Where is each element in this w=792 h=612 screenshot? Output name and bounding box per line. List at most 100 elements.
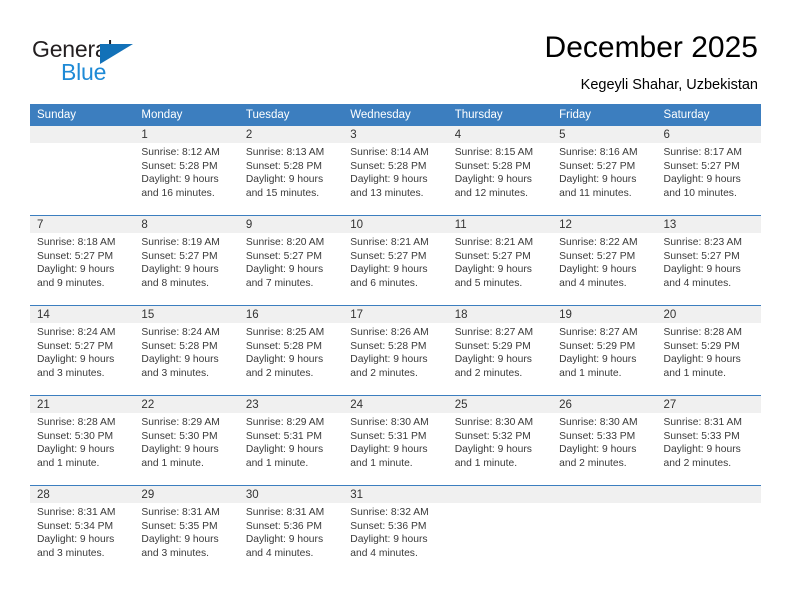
calendar-day-cell[interactable]: 7 Sunrise: 8:18 AM Sunset: 5:27 PM Daylight… <box>30 215 135 306</box>
day-detail-line: Daylight: 9 hours <box>350 354 428 366</box>
day-number: 11 <box>447 216 553 233</box>
calendar-day-cell[interactable]: 3 Sunrise: 8:14 AM Sunset: 5:28 PM Daylight… <box>343 126 448 216</box>
day-detail-line: Sunset: 5:27 PM <box>454 250 531 262</box>
calendar-week-row: 21 Sunrise: 8:28 AM Sunset: 5:30 PM Dayligh… <box>30 395 761 486</box>
calendar-day-cell[interactable]: 1 Sunrise: 8:12 AM Sunset: 5:28 PM Daylight… <box>134 126 239 216</box>
calendar-day-cell[interactable]: 26 Sunrise: 8:30 AM Sunset: 5:33 PM Dayligh… <box>552 395 657 486</box>
day-details: Sunrise: 8:30 AM Sunset: 5:33 PM Daylight:… <box>552 413 656 470</box>
calendar-day-cell[interactable]: 31 Sunrise: 8:32 AM Sunset: 5:36 PM Dayligh… <box>343 485 448 575</box>
generalblue-logo[interactable]: General Blue <box>32 36 202 88</box>
page-title: December 2025 <box>544 31 758 64</box>
day-detail-line: Sunrise: 8:31 AM <box>663 417 742 428</box>
calendar-day-cell[interactable]: 25 Sunrise: 8:30 AM Sunset: 5:32 PM Dayligh… <box>447 395 553 486</box>
day-number: 12 <box>552 216 657 233</box>
calendar-day-cell[interactable]: 4 Sunrise: 8:15 AM Sunset: 5:28 PM Daylight… <box>447 126 553 216</box>
day-detail-line: Daylight: 9 hours <box>37 534 115 546</box>
day-number: 28 <box>30 486 135 503</box>
calendar-body: 1 Sunrise: 8:12 AM Sunset: 5:28 PM Daylight… <box>30 126 761 575</box>
day-detail-line: Sunrise: 8:22 AM <box>559 237 638 248</box>
day-detail-line: and 3 minutes. <box>37 367 105 379</box>
day-number: 14 <box>30 306 135 323</box>
day-detail-line: Daylight: 9 hours <box>454 444 532 456</box>
day-number: 13 <box>656 216 761 233</box>
calendar-day-cell[interactable]: 17 Sunrise: 8:26 AM Sunset: 5:28 PM Dayligh… <box>343 305 448 396</box>
calendar-day-cell[interactable]: 2 Sunrise: 8:13 AM Sunset: 5:28 PM Daylight… <box>238 126 344 216</box>
day-number: 20 <box>656 306 761 323</box>
day-detail-line: and 1 minute. <box>559 367 622 379</box>
calendar-day-cell[interactable]: 11 Sunrise: 8:21 AM Sunset: 5:27 PM Dayligh… <box>447 215 553 306</box>
weekday-header: Sunday Monday Tuesday Wednesday Thursday Frid… <box>30 104 761 126</box>
day-detail-line: Sunrise: 8:25 AM <box>245 327 325 338</box>
day-details: Sunrise: 8:30 AM Sunset: 5:31 PM Daylight:… <box>343 413 447 470</box>
calendar-day-cell[interactable]: 14 Sunrise: 8:24 AM Sunset: 5:27 PM Dayligh… <box>30 305 135 396</box>
day-detail-line: Sunset: 5:30 PM <box>37 430 114 442</box>
day-details <box>30 143 134 146</box>
calendar-day-cell[interactable]: 20 Sunrise: 8:28 AM Sunset: 5:29 PM Dayligh… <box>656 305 761 396</box>
calendar-day-cell[interactable]: 22 Sunrise: 8:29 AM Sunset: 5:30 PM Dayligh… <box>134 395 239 486</box>
calendar-day-cell[interactable]: 5 Sunrise: 8:16 AM Sunset: 5:27 PM Daylight… <box>552 126 657 216</box>
day-detail-line: Daylight: 9 hours <box>141 174 219 186</box>
calendar-day-cell[interactable]: 21 Sunrise: 8:28 AM Sunset: 5:30 PM Dayligh… <box>30 395 135 486</box>
day-detail-line: Daylight: 9 hours <box>350 534 428 546</box>
day-number: 19 <box>552 306 657 323</box>
day-number: 1 <box>134 126 239 143</box>
day-detail-line: Sunrise: 8:31 AM <box>37 507 116 518</box>
day-detail-line: Sunset: 5:27 PM <box>559 250 636 262</box>
day-detail-line: Sunset: 5:27 PM <box>245 250 322 262</box>
day-details: Sunrise: 8:29 AM Sunset: 5:30 PM Daylight:… <box>134 413 238 470</box>
day-detail-line: Daylight: 9 hours <box>663 264 741 276</box>
calendar-day-cell[interactable]: 6 Sunrise: 8:17 AM Sunset: 5:27 PM Daylight… <box>656 126 761 216</box>
calendar-day-cell[interactable]: 28 Sunrise: 8:31 AM Sunset: 5:34 PM Dayligh… <box>30 485 135 575</box>
day-details: Sunrise: 8:27 AM Sunset: 5:29 PM Daylight:… <box>552 323 656 380</box>
day-detail-line: Daylight: 9 hours <box>559 444 637 456</box>
day-detail-line: Daylight: 9 hours <box>141 444 219 456</box>
calendar-page: General Blue December 2025 Kegeyli Shaha… <box>0 0 792 612</box>
day-detail-line: Sunset: 5:34 PM <box>37 520 114 532</box>
day-detail-line: Daylight: 9 hours <box>245 354 324 366</box>
day-detail-line: Daylight: 9 hours <box>454 354 532 366</box>
day-number: 21 <box>30 396 135 413</box>
day-number: 6 <box>656 126 761 143</box>
day-details: Sunrise: 8:23 AM Sunset: 5:27 PM Daylight:… <box>657 233 761 290</box>
day-detail-line: and 2 minutes. <box>454 367 523 379</box>
calendar-day-cell[interactable]: 13 Sunrise: 8:23 AM Sunset: 5:27 PM Dayligh… <box>656 215 761 306</box>
calendar-day-cell[interactable]: 15 Sunrise: 8:24 AM Sunset: 5:28 PM Dayligh… <box>134 305 239 396</box>
calendar-day-cell[interactable]: 8 Sunrise: 8:19 AM Sunset: 5:27 PM Daylight… <box>134 215 239 306</box>
day-detail-line: Sunset: 5:31 PM <box>245 430 322 442</box>
calendar-day-cell[interactable]: 10 Sunrise: 8:21 AM Sunset: 5:27 PM Dayligh… <box>343 215 448 306</box>
calendar-day-cell[interactable]: 9 Sunrise: 8:20 AM Sunset: 5:27 PM Daylight… <box>238 215 344 306</box>
day-detail-line: and 2 minutes. <box>559 457 627 469</box>
day-number: 15 <box>134 306 239 323</box>
day-detail-line: Sunset: 5:27 PM <box>663 250 740 262</box>
calendar-day-cell[interactable]: 23 Sunrise: 8:29 AM Sunset: 5:31 PM Dayligh… <box>238 395 344 486</box>
day-detail-line: Sunrise: 8:24 AM <box>141 327 220 338</box>
day-details: Sunrise: 8:29 AM Sunset: 5:31 PM Daylight:… <box>239 413 343 470</box>
day-detail-line: Sunset: 5:31 PM <box>350 430 427 442</box>
day-number: 29 <box>134 486 239 503</box>
calendar-day-cell[interactable]: 30 Sunrise: 8:31 AM Sunset: 5:36 PM Dayligh… <box>238 485 344 575</box>
calendar-day-cell[interactable]: 12 Sunrise: 8:22 AM Sunset: 5:27 PM Dayligh… <box>552 215 657 306</box>
day-details: Sunrise: 8:21 AM Sunset: 5:27 PM Daylight:… <box>343 233 447 290</box>
calendar-day-cell[interactable]: 27 Sunrise: 8:31 AM Sunset: 5:33 PM Dayligh… <box>656 395 761 486</box>
day-detail-line: and 4 minutes. <box>350 547 418 559</box>
day-detail-line: Sunrise: 8:28 AM <box>663 327 742 338</box>
day-details: Sunrise: 8:14 AM Sunset: 5:28 PM Daylight:… <box>343 143 447 200</box>
calendar-day-cell[interactable]: 29 Sunrise: 8:31 AM Sunset: 5:35 PM Dayligh… <box>134 485 239 575</box>
day-detail-line: Daylight: 9 hours <box>141 264 219 276</box>
day-detail-line: Sunset: 5:36 PM <box>350 520 427 532</box>
day-detail-line: and 5 minutes. <box>454 277 523 289</box>
day-detail-line: Sunset: 5:33 PM <box>559 430 636 442</box>
day-detail-line: Daylight: 9 hours <box>663 174 741 186</box>
calendar-day-cell[interactable]: 24 Sunrise: 8:30 AM Sunset: 5:31 PM Dayligh… <box>343 395 448 486</box>
calendar-week-row: 7 Sunrise: 8:18 AM Sunset: 5:27 PM Daylight… <box>30 215 761 306</box>
day-number: 24 <box>343 396 448 413</box>
day-number: 8 <box>134 216 239 233</box>
calendar-day-cell[interactable]: 18 Sunrise: 8:27 AM Sunset: 5:29 PM Dayligh… <box>447 305 553 396</box>
calendar-day-cell[interactable]: 16 Sunrise: 8:25 AM Sunset: 5:28 PM Dayligh… <box>238 305 344 396</box>
day-detail-line: Daylight: 9 hours <box>350 174 428 186</box>
calendar-day-cell[interactable]: 19 Sunrise: 8:27 AM Sunset: 5:29 PM Dayligh… <box>552 305 657 396</box>
day-detail-line: Sunset: 5:30 PM <box>141 430 218 442</box>
day-details: Sunrise: 8:31 AM Sunset: 5:34 PM Daylight:… <box>30 503 134 560</box>
day-detail-line: Sunrise: 8:20 AM <box>245 237 325 248</box>
day-detail-line: Sunset: 5:29 PM <box>663 340 740 352</box>
